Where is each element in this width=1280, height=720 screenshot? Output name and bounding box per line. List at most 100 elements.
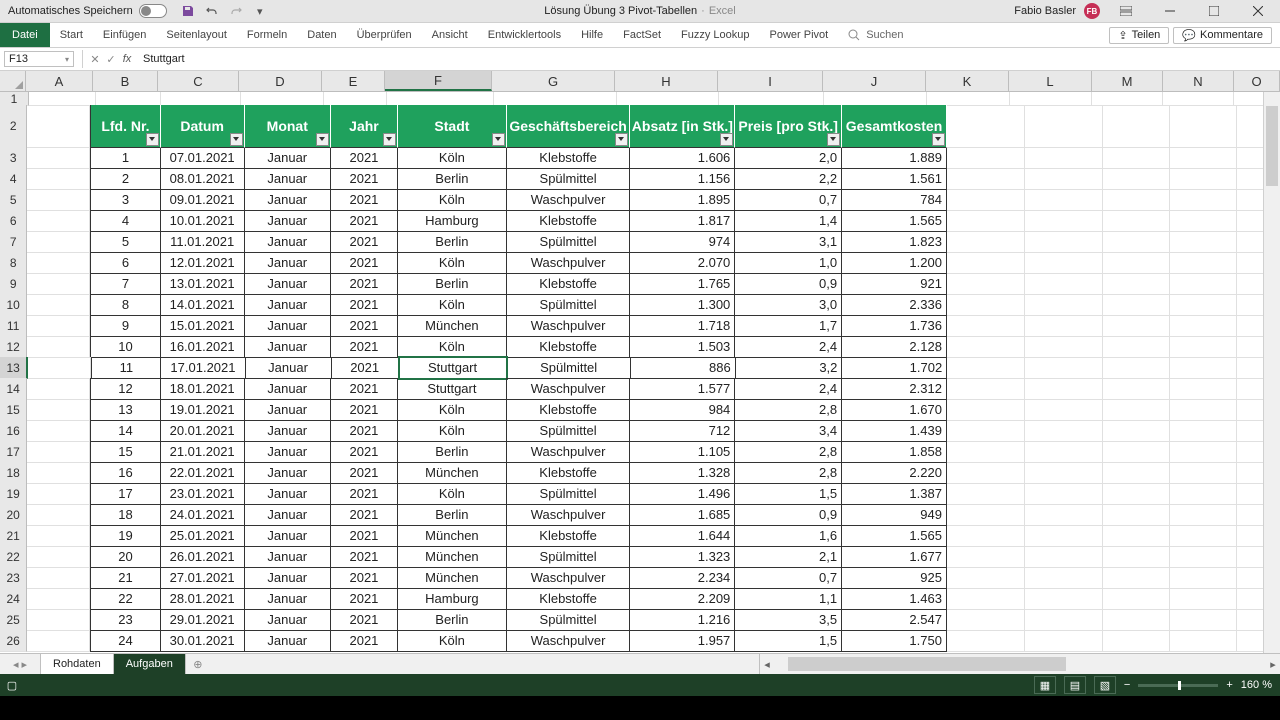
cell-kosten[interactable]: 921 xyxy=(842,273,947,295)
cell-datum[interactable]: 22.01.2021 xyxy=(161,462,245,484)
cell-stadt[interactable]: Stuttgart xyxy=(398,378,507,400)
cell-preis[interactable]: 1,1 xyxy=(735,588,842,610)
cell-datum[interactable]: 30.01.2021 xyxy=(161,630,245,652)
cell-datum[interactable]: 09.01.2021 xyxy=(161,189,245,211)
cell-preis[interactable]: 3,5 xyxy=(735,609,842,631)
share-button[interactable]: ⇪Teilen xyxy=(1109,27,1169,44)
cell-absatz[interactable]: 2.070 xyxy=(630,252,735,274)
cell-stadt[interactable]: Köln xyxy=(398,399,507,421)
cell-lfd[interactable]: 12 xyxy=(90,378,160,400)
cell-kosten[interactable]: 1.858 xyxy=(842,441,947,463)
add-sheet-button[interactable]: ⊕ xyxy=(186,654,210,674)
cell-kosten[interactable]: 1.565 xyxy=(842,210,947,232)
undo-icon[interactable] xyxy=(205,4,219,18)
cell-kosten[interactable]: 1.561 xyxy=(842,168,947,190)
cell-absatz[interactable]: 974 xyxy=(630,231,735,253)
cell-bereich[interactable]: Spülmittel xyxy=(507,357,631,379)
close-button[interactable] xyxy=(1240,0,1276,22)
cell-lfd[interactable]: 24 xyxy=(90,630,160,652)
cell-monat[interactable]: Januar xyxy=(245,189,331,211)
cell-stadt[interactable]: München xyxy=(398,546,507,568)
cell-absatz[interactable]: 1.957 xyxy=(630,630,735,652)
redo-icon[interactable] xyxy=(229,4,243,18)
cell-datum[interactable]: 12.01.2021 xyxy=(161,252,245,274)
cell-absatz[interactable]: 2.234 xyxy=(630,567,735,589)
row-header[interactable]: 23 xyxy=(0,567,27,589)
cell-absatz[interactable]: 712 xyxy=(630,420,735,442)
cell-lfd[interactable]: 20 xyxy=(90,546,160,568)
cell-jahr[interactable]: 2021 xyxy=(331,315,398,337)
cell-stadt[interactable]: Stuttgart xyxy=(399,357,508,379)
filter-button[interactable] xyxy=(720,133,733,146)
cell-preis[interactable]: 2,4 xyxy=(735,336,842,358)
cell-lfd[interactable]: 21 xyxy=(90,567,160,589)
cell-jahr[interactable]: 2021 xyxy=(331,462,398,484)
cell-bereich[interactable]: Klebstoffe xyxy=(507,336,631,358)
cell-monat[interactable]: Januar xyxy=(245,546,331,568)
table-header[interactable]: Monat xyxy=(245,105,331,148)
qat-customize-icon[interactable]: ▾ xyxy=(253,4,267,18)
cell-preis[interactable]: 2,1 xyxy=(735,546,842,568)
col-header-K[interactable]: K xyxy=(926,71,1009,91)
autosave-toggle[interactable] xyxy=(139,4,167,18)
cell-preis[interactable]: 0,9 xyxy=(735,504,842,526)
cell-lfd[interactable]: 13 xyxy=(90,399,160,421)
cell-datum[interactable]: 24.01.2021 xyxy=(161,504,245,526)
cell-preis[interactable]: 3,4 xyxy=(735,420,842,442)
cell-absatz[interactable]: 1.718 xyxy=(630,315,735,337)
cell-datum[interactable]: 07.01.2021 xyxy=(161,147,245,169)
cell-kosten[interactable]: 2.312 xyxy=(842,378,947,400)
maximize-button[interactable] xyxy=(1196,0,1232,22)
ribbon-tab-power pivot[interactable]: Power Pivot xyxy=(760,23,839,47)
cell-stadt[interactable]: Berlin xyxy=(398,504,507,526)
ribbon-tab-hilfe[interactable]: Hilfe xyxy=(571,23,613,47)
cell-preis[interactable]: 0,7 xyxy=(735,189,842,211)
user-name[interactable]: Fabio Basler xyxy=(1014,5,1076,17)
cell-monat[interactable]: Januar xyxy=(245,462,331,484)
cell-stadt[interactable]: München xyxy=(398,567,507,589)
cell-preis[interactable]: 2,8 xyxy=(735,399,842,421)
filter-button[interactable] xyxy=(932,133,945,146)
row-header[interactable]: 11 xyxy=(0,315,27,337)
cell-absatz[interactable]: 984 xyxy=(630,399,735,421)
cell-datum[interactable]: 15.01.2021 xyxy=(161,315,245,337)
cell-lfd[interactable]: 10 xyxy=(90,336,160,358)
cell-monat[interactable]: Januar xyxy=(245,567,331,589)
cell-bereich[interactable]: Klebstoffe xyxy=(507,525,631,547)
row-header[interactable]: 18 xyxy=(0,462,27,484)
cell-preis[interactable]: 1,7 xyxy=(735,315,842,337)
col-header-O[interactable]: O xyxy=(1234,71,1280,91)
cell-jahr[interactable]: 2021 xyxy=(331,441,398,463)
cell-datum[interactable]: 14.01.2021 xyxy=(161,294,245,316)
cell-preis[interactable]: 2,0 xyxy=(735,147,842,169)
cell-bereich[interactable]: Klebstoffe xyxy=(507,588,631,610)
cell-kosten[interactable]: 2.547 xyxy=(842,609,947,631)
col-header-F[interactable]: F xyxy=(385,71,492,91)
page-break-view-button[interactable]: ▧ xyxy=(1094,676,1116,694)
cell-kosten[interactable]: 1.823 xyxy=(842,231,947,253)
cell-absatz[interactable]: 1.105 xyxy=(630,441,735,463)
cell-datum[interactable]: 08.01.2021 xyxy=(161,168,245,190)
row-header[interactable]: 16 xyxy=(0,420,27,442)
cell-jahr[interactable]: 2021 xyxy=(332,357,399,379)
cell-monat[interactable]: Januar xyxy=(245,294,331,316)
filter-button[interactable] xyxy=(383,133,396,146)
cell-monat[interactable]: Januar xyxy=(245,147,331,169)
cell-absatz[interactable]: 1.644 xyxy=(630,525,735,547)
cell-bereich[interactable]: Spülmittel xyxy=(507,483,631,505)
cell-bereich[interactable]: Spülmittel xyxy=(507,420,631,442)
sheet-nav[interactable]: ◂ ▸ xyxy=(0,654,41,674)
formula-input[interactable]: Stuttgart xyxy=(135,53,185,65)
cell-datum[interactable]: 28.01.2021 xyxy=(161,588,245,610)
filter-button[interactable] xyxy=(492,133,505,146)
cell-preis[interactable]: 0,7 xyxy=(735,567,842,589)
col-header-N[interactable]: N xyxy=(1163,71,1234,91)
col-header-E[interactable]: E xyxy=(322,71,385,91)
cell-bereich[interactable]: Spülmittel xyxy=(507,546,631,568)
cell-preis[interactable]: 2,8 xyxy=(735,441,842,463)
cell-datum[interactable]: 10.01.2021 xyxy=(161,210,245,232)
row-header[interactable]: 19 xyxy=(0,483,27,505)
select-all-corner[interactable] xyxy=(0,71,26,91)
cell-stadt[interactable]: Köln xyxy=(398,147,507,169)
normal-view-button[interactable]: ▦ xyxy=(1034,676,1056,694)
